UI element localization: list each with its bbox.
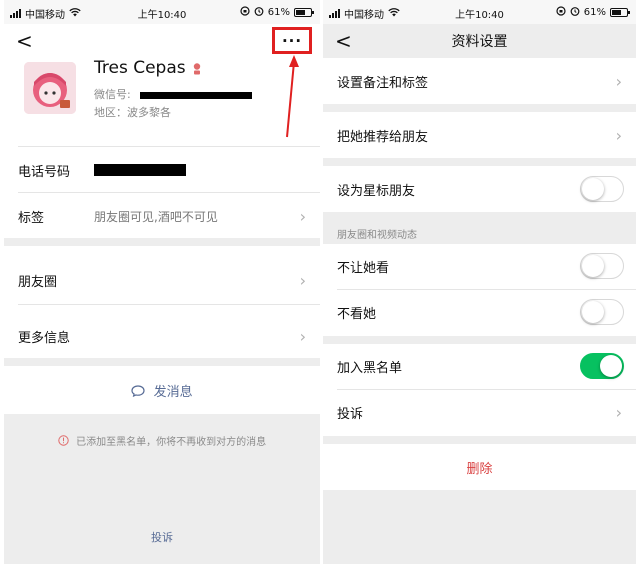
recommend-label: 把她推荐给朋友 xyxy=(337,129,429,145)
wechat-id-label: 微信号: xyxy=(94,88,131,101)
report-label: 投诉 xyxy=(337,406,364,422)
chevron-right-icon: › xyxy=(615,71,622,91)
battery-icon xyxy=(610,8,630,17)
more-options-button[interactable]: ··· xyxy=(272,27,312,54)
back-chevron-icon[interactable]: < xyxy=(16,29,33,53)
toggle-knob xyxy=(582,255,604,277)
blacklist-row: 加入黑名单 xyxy=(323,344,636,388)
hide-from-her-toggle[interactable] xyxy=(580,253,624,279)
chevron-right-icon: › xyxy=(299,326,306,346)
battery-fill xyxy=(612,10,621,15)
hide-her-label: 不看她 xyxy=(337,306,377,322)
phone-row[interactable]: 电话号码 xyxy=(4,148,320,192)
remark-tags-row[interactable]: 设置备注和标签 › xyxy=(323,59,636,103)
blacklist-notice: 已添加至黑名单，你将不再收到对方的消息 xyxy=(4,433,320,448)
chevron-right-icon: › xyxy=(615,125,622,145)
hide-her-toggle[interactable] xyxy=(580,299,624,325)
star-friend-row: 设为星标朋友 xyxy=(323,167,636,211)
warning-icon xyxy=(58,435,69,446)
contact-profile-screen: 中国移动 上午10:40 61% < ··· Tres Cepas 微信号: 地… xyxy=(4,0,320,564)
avatar[interactable] xyxy=(24,62,76,114)
more-dots-icon: ··· xyxy=(281,31,303,50)
battery-percent: 61% xyxy=(583,7,606,18)
divider xyxy=(18,146,320,147)
tags-value: 朋友圈可见,酒吧不可见 xyxy=(94,209,218,224)
phone-label: 电话号码 xyxy=(18,164,71,180)
status-bar: 中国移动 上午10:40 61% xyxy=(4,0,320,24)
wechat-id-row: 微信号: xyxy=(94,86,253,102)
nav-bar: < ··· xyxy=(4,24,320,58)
page-title: 资料设置 xyxy=(451,34,508,50)
toggle-knob xyxy=(600,355,622,377)
toggle-knob xyxy=(582,301,604,323)
region-label: 地区：波多黎各 xyxy=(94,106,171,119)
contact-name: Tres Cepas xyxy=(94,58,186,78)
hide-from-her-row: 不让她看 xyxy=(323,244,636,288)
star-friend-label: 设为星标朋友 xyxy=(337,183,416,199)
report-row[interactable]: 投诉 › xyxy=(323,390,636,434)
moments-caption: 朋友圈和视频动态 xyxy=(337,230,417,241)
moments-row[interactable]: 朋友圈 › xyxy=(4,258,320,302)
toggle-knob xyxy=(582,178,604,200)
rotation-lock-icon xyxy=(240,6,250,19)
blacklist-label: 加入黑名单 xyxy=(337,360,403,376)
avatar-image xyxy=(24,62,76,114)
chat-bubble-icon xyxy=(131,385,146,398)
tags-label: 标签 xyxy=(18,210,45,226)
phone-redaction xyxy=(94,164,186,176)
recommend-row[interactable]: 把她推荐给朋友 › xyxy=(323,113,636,157)
profile-settings-screen: 中国移动 上午10:40 61% < 资料设置 设置备注和标签 › 把她推荐给朋… xyxy=(323,0,636,564)
battery-icon xyxy=(294,8,314,17)
more-info-row[interactable]: 更多信息 › xyxy=(4,314,320,358)
divider xyxy=(18,192,320,193)
nav-bar: < 资料设置 xyxy=(323,24,636,58)
battery-fill xyxy=(296,10,305,15)
status-bar: 中国移动 上午10:40 61% xyxy=(323,0,636,24)
hide-her-row: 不看她 xyxy=(323,290,636,334)
female-icon xyxy=(193,63,201,75)
chevron-right-icon: › xyxy=(615,402,622,422)
divider xyxy=(18,304,320,305)
send-message-button[interactable]: 发消息 xyxy=(4,381,320,400)
more-info-label: 更多信息 xyxy=(18,330,71,346)
remark-tags-label: 设置备注和标签 xyxy=(337,75,429,91)
report-link[interactable]: 投诉 xyxy=(4,529,320,545)
alarm-icon xyxy=(254,6,264,19)
blacklist-notice-text: 已添加至黑名单，你将不再收到对方的消息 xyxy=(76,437,267,448)
chevron-right-icon: › xyxy=(299,206,306,226)
alarm-icon xyxy=(570,6,580,19)
battery-percent: 61% xyxy=(267,7,290,18)
send-message-label: 发消息 xyxy=(153,385,193,400)
rotation-lock-icon xyxy=(556,6,566,19)
star-friend-toggle[interactable] xyxy=(580,176,624,202)
chevron-right-icon: › xyxy=(299,270,306,290)
blacklist-toggle[interactable] xyxy=(580,353,624,379)
delete-button[interactable]: 删除 xyxy=(323,458,636,477)
hide-from-her-label: 不让她看 xyxy=(337,260,390,276)
wechat-id-redaction xyxy=(140,91,253,99)
moments-label: 朋友圈 xyxy=(18,274,58,290)
tags-row[interactable]: 标签 朋友圈可见,酒吧不可见 › xyxy=(4,194,320,238)
